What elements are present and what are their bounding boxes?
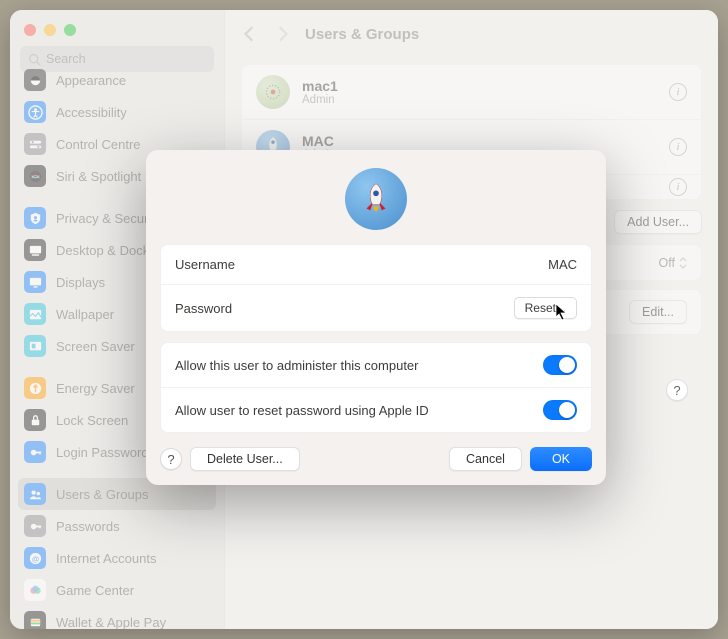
reset-password-button[interactable]: Reset... [514, 297, 577, 319]
appleid-toggle[interactable] [543, 400, 577, 420]
delete-user-button[interactable]: Delete User... [190, 447, 300, 471]
admin-toggle-label: Allow this user to administer this compu… [175, 358, 418, 373]
appleid-toggle-label: Allow user to reset password using Apple… [175, 403, 429, 418]
dialog-help-button[interactable]: ? [160, 448, 182, 470]
username-row: Username MAC [161, 245, 591, 285]
username-value: MAC [548, 257, 577, 272]
admin-toggle[interactable] [543, 355, 577, 375]
help-button[interactable]: ? [666, 379, 688, 401]
rocket-icon [357, 180, 395, 218]
appleid-toggle-row: Allow user to reset password using Apple… [161, 388, 591, 432]
user-details-dialog: Username MAC Password Reset... Allow thi… [146, 150, 606, 485]
admin-toggle-row: Allow this user to administer this compu… [161, 343, 591, 388]
cancel-button[interactable]: Cancel [449, 447, 522, 471]
password-row: Password Reset... [161, 285, 591, 331]
permissions-card: Allow this user to administer this compu… [160, 342, 592, 433]
user-avatar[interactable] [345, 168, 407, 230]
username-label: Username [175, 257, 235, 272]
password-label: Password [175, 301, 232, 316]
dialog-footer: ? Delete User... Cancel OK [146, 433, 606, 471]
credentials-card: Username MAC Password Reset... [160, 244, 592, 332]
ok-button[interactable]: OK [530, 447, 592, 471]
